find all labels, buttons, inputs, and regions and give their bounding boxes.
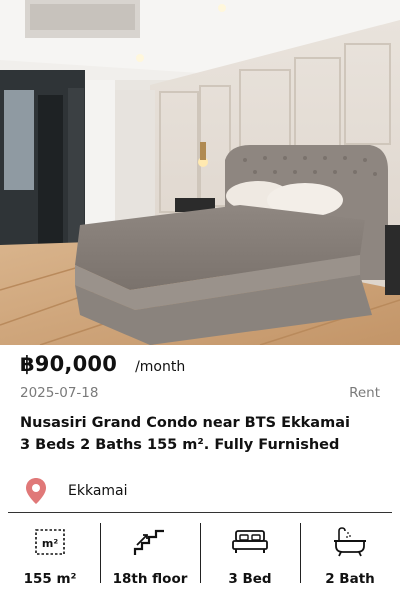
map-pin-icon — [24, 476, 48, 506]
listing-date: 2025-07-18 — [20, 385, 99, 401]
bathtub-icon — [330, 527, 370, 557]
feature-bed-label: 3 Bed — [228, 571, 272, 587]
feature-area-label: 155 m² — [23, 571, 77, 587]
listing-type: Rent — [349, 385, 380, 401]
listing-title-line-1: Nusasiri Grand Condo near BTS Ekkamai — [20, 415, 350, 431]
features-bar: m² 155 m² 18th floor 3 Bed 2 Bath — [0, 513, 400, 600]
feature-bath: 2 Bath — [300, 513, 400, 600]
price-period: /month — [135, 359, 186, 375]
price-row: ฿90,000 /month — [20, 352, 380, 380]
listing-photo[interactable] — [0, 0, 400, 345]
listing-title-line-2: 3 Beds 2 Baths 155 m². Fully Furnished — [20, 437, 340, 453]
area-icon-text: m² — [42, 537, 58, 550]
feature-floor-label: 18th floor — [112, 571, 188, 587]
area-icon: m² — [30, 527, 70, 557]
bed-icon — [230, 527, 270, 557]
listing-meta-row: 2025-07-18 Rent — [20, 383, 380, 403]
stairs-icon — [130, 527, 170, 557]
feature-bath-label: 2 Bath — [325, 571, 375, 587]
listing-title[interactable]: Nusasiri Grand Condo near BTS Ekkamai 3 … — [20, 412, 385, 456]
location-row[interactable]: Ekkamai — [24, 476, 128, 506]
feature-bed: 3 Bed — [200, 513, 300, 600]
feature-area: m² 155 m² — [0, 513, 100, 600]
bedroom-photo-image — [0, 0, 400, 345]
location-label: Ekkamai — [68, 483, 128, 499]
feature-floor: 18th floor — [100, 513, 200, 600]
listing-price: ฿90,000 — [20, 352, 118, 376]
